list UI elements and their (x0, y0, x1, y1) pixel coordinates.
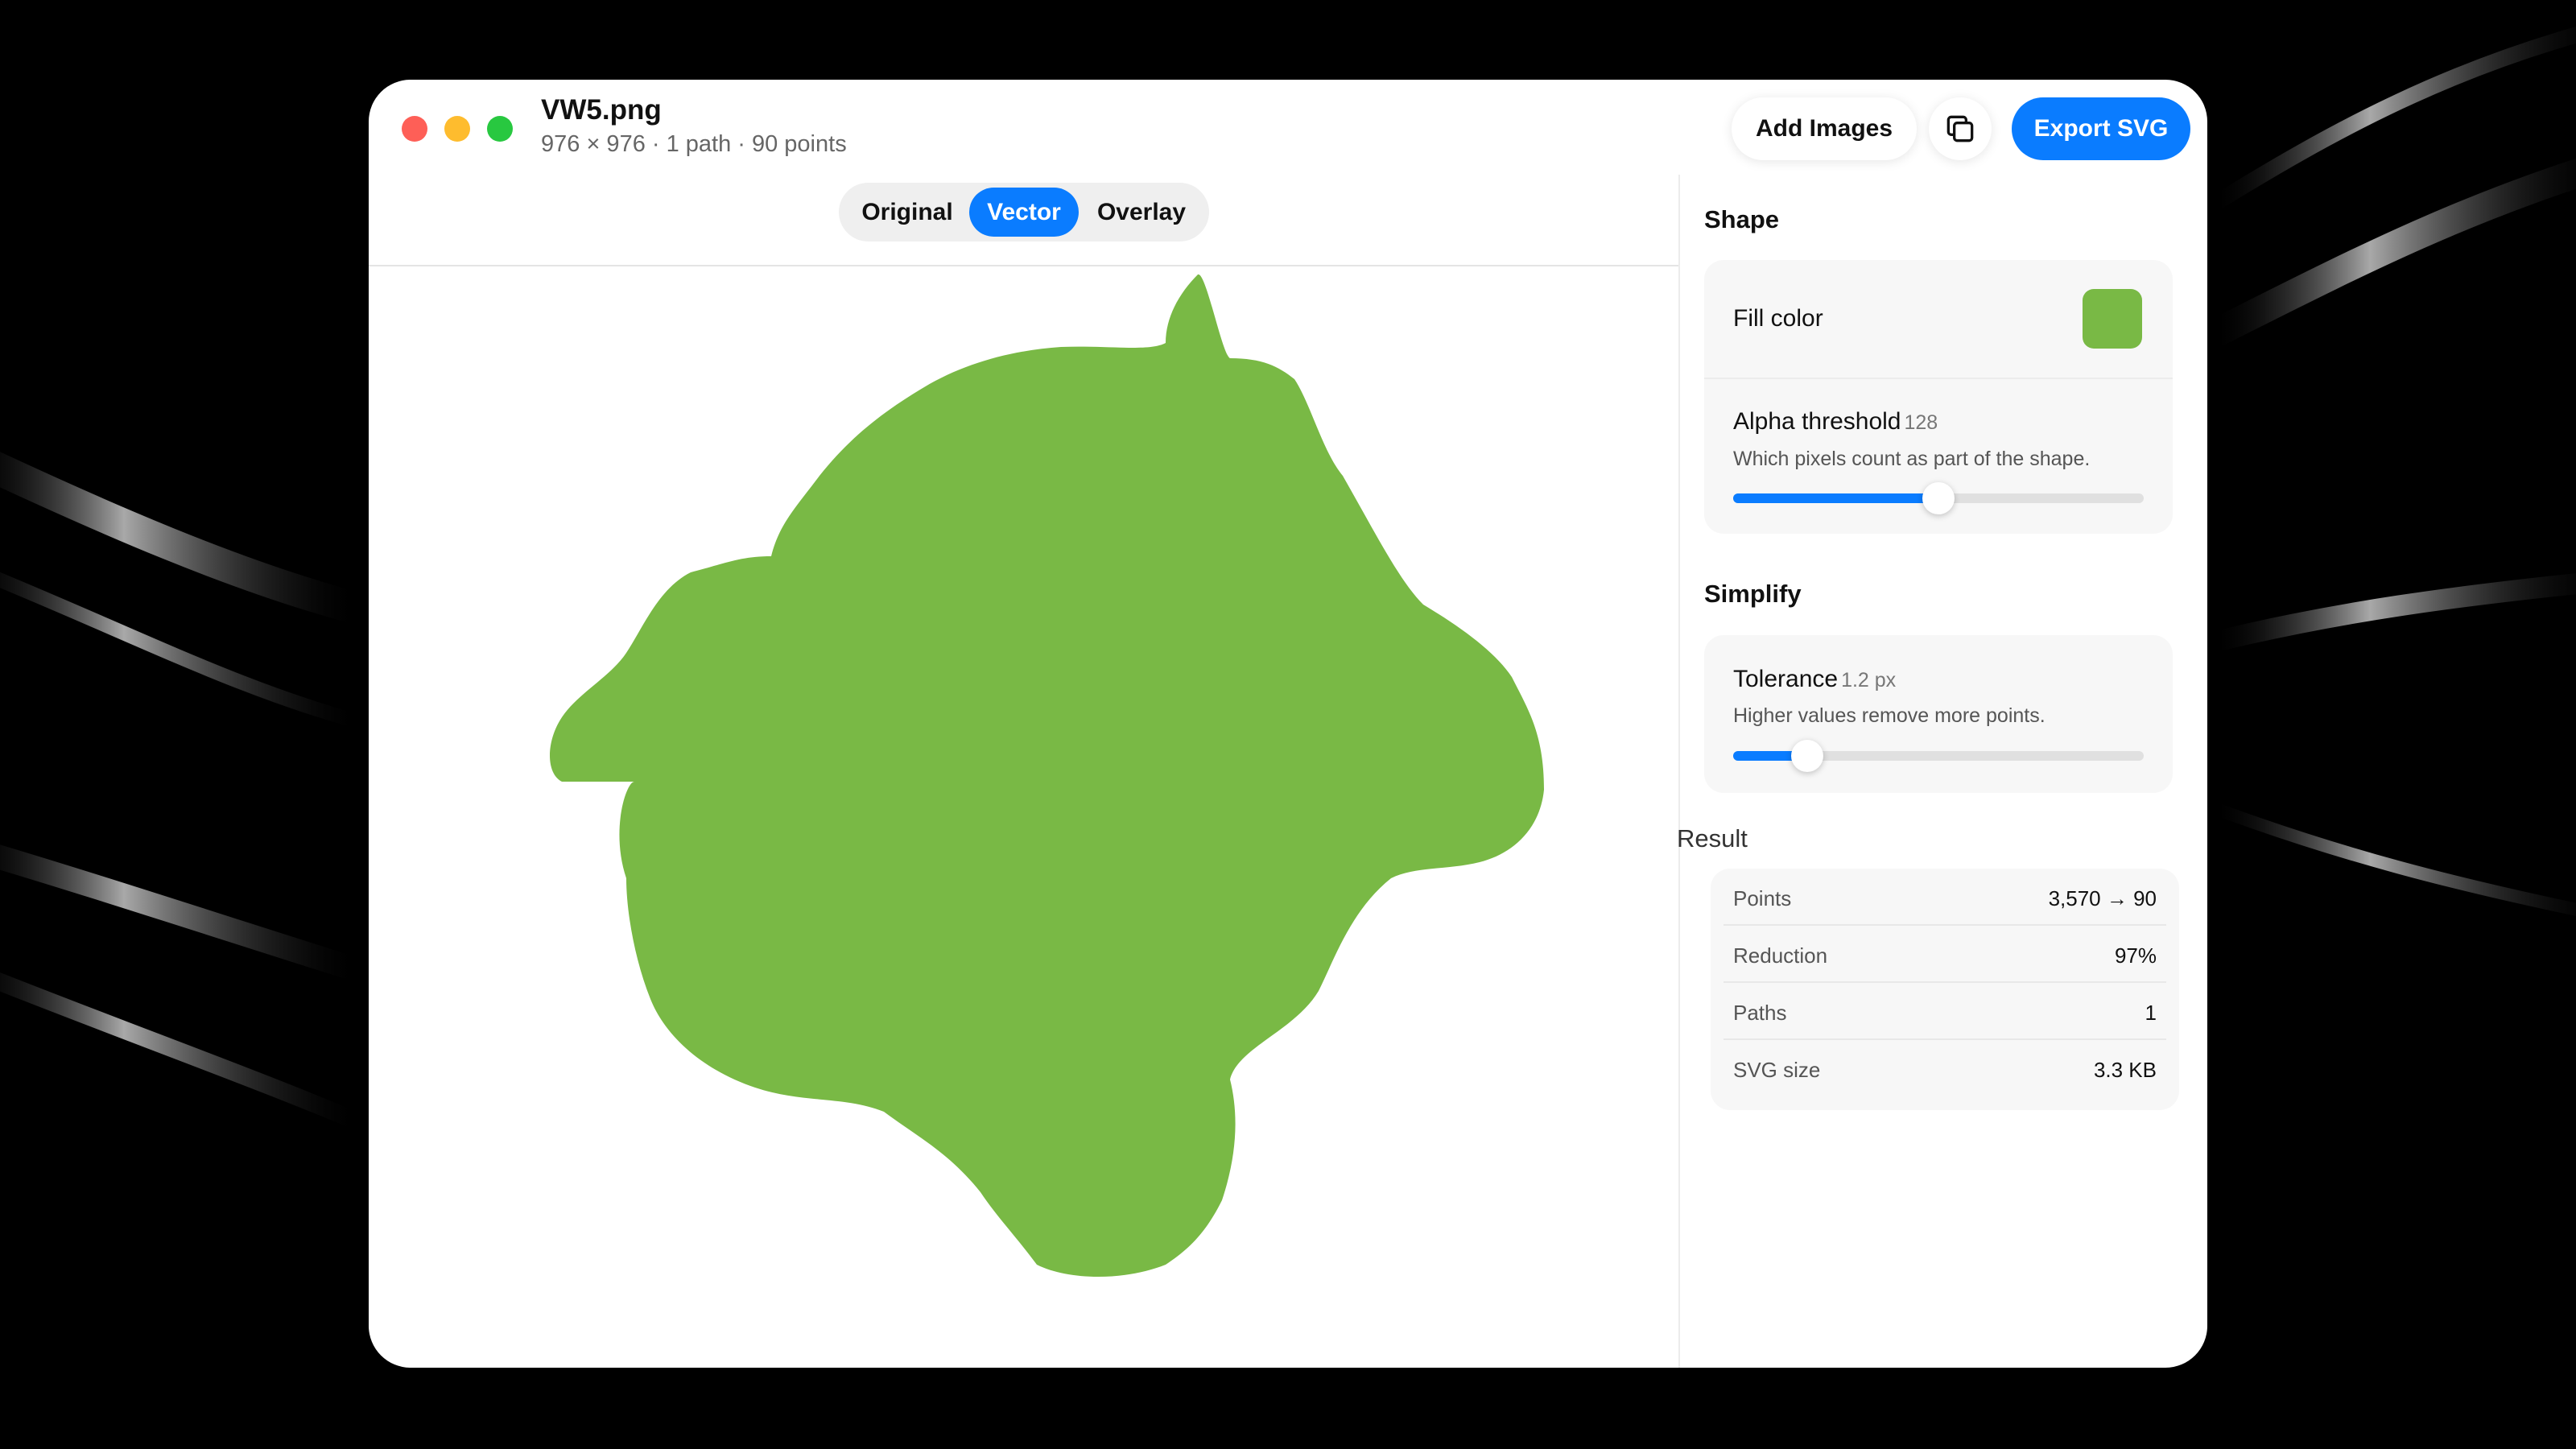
card-separator (1704, 378, 2173, 379)
result-row-reduction: Reduction 97% (1711, 926, 2179, 983)
result-label: Reduction (1733, 943, 1828, 968)
result-value: 1 (2145, 1001, 2157, 1025)
alpha-threshold-text: Alpha threshold (1733, 408, 1901, 435)
tolerance-slider[interactable] (1733, 740, 2144, 772)
app-window: VW5.png 976 × 976 · 1 path · 90 points A… (369, 80, 2207, 1368)
copy-icon (1946, 115, 1974, 142)
minimize-window-button[interactable] (444, 116, 470, 142)
maximize-window-button[interactable] (487, 116, 513, 142)
tab-overlay[interactable]: Overlay (1080, 188, 1203, 237)
preview-area: Original Vector Overlay (369, 175, 1678, 1368)
shape-card: Fill color Alpha threshold 128 Which pixe… (1704, 260, 2173, 534)
close-window-button[interactable] (402, 116, 427, 142)
tolerance-description: Higher values remove more points. (1733, 704, 2046, 727)
shape-section-title: Shape (1704, 205, 1780, 233)
file-meta: 976 × 976 · 1 path · 90 points (541, 131, 847, 157)
result-value: 97% (2114, 943, 2157, 968)
result-label: SVG size (1733, 1058, 1821, 1082)
view-mode-switch: Original Vector Overlay (839, 183, 1209, 242)
tolerance-text: Tolerance (1733, 666, 1839, 692)
result-value: 3.3 KB (2093, 1058, 2157, 1082)
result-card: Points 3,570 → 90 Reduction 97% Paths 1 … (1711, 869, 2179, 1110)
result-value: 3,570 → 90 (2048, 886, 2157, 910)
simplify-card: Tolerance 1.2 px Higher values remove mor… (1704, 635, 2173, 793)
tolerance-value: 1.2 px (1841, 669, 1897, 691)
result-row-points: Points 3,570 → 90 (1711, 869, 2179, 926)
tolerance-slider-thumb[interactable] (1790, 740, 1823, 772)
alpha-threshold-description: Which pixels count as part of the shape. (1733, 448, 2091, 470)
vector-canvas (550, 274, 1544, 1277)
alpha-slider-thumb[interactable] (1922, 482, 1955, 514)
alpha-threshold-value: 128 (1904, 411, 1938, 434)
result-label: Points (1733, 886, 1792, 910)
add-images-button[interactable]: Add Images (1732, 97, 1917, 160)
result-row-svg-size: SVG size 3.3 KB (1711, 1040, 2179, 1097)
vector-shape (550, 274, 1544, 1277)
alpha-threshold-slider[interactable] (1733, 482, 2144, 514)
tolerance-label: Tolerance 1.2 px (1733, 666, 1896, 693)
export-svg-button[interactable]: Export SVG (2012, 97, 2190, 160)
result-row-paths: Paths 1 (1711, 983, 2179, 1040)
result-label: Paths (1733, 1001, 1787, 1025)
alpha-slider-fill (1733, 493, 1938, 503)
simplify-section-title: Simplify (1704, 580, 1802, 608)
fill-color-label: Fill color (1733, 305, 1823, 332)
tab-vector[interactable]: Vector (969, 188, 1079, 237)
settings-sidebar: Shape Fill color Alpha threshold 128 Whic… (1677, 175, 2207, 1368)
title-bar: VW5.png 976 × 976 · 1 path · 90 points A… (369, 80, 2207, 175)
result-section-title: Result (1677, 824, 1748, 852)
copy-button[interactable] (1929, 97, 1992, 160)
file-name: VW5.png (541, 94, 662, 126)
tab-original[interactable]: Original (847, 188, 968, 237)
fill-color-swatch[interactable] (2083, 289, 2142, 349)
alpha-threshold-label: Alpha threshold 128 (1733, 408, 1938, 436)
